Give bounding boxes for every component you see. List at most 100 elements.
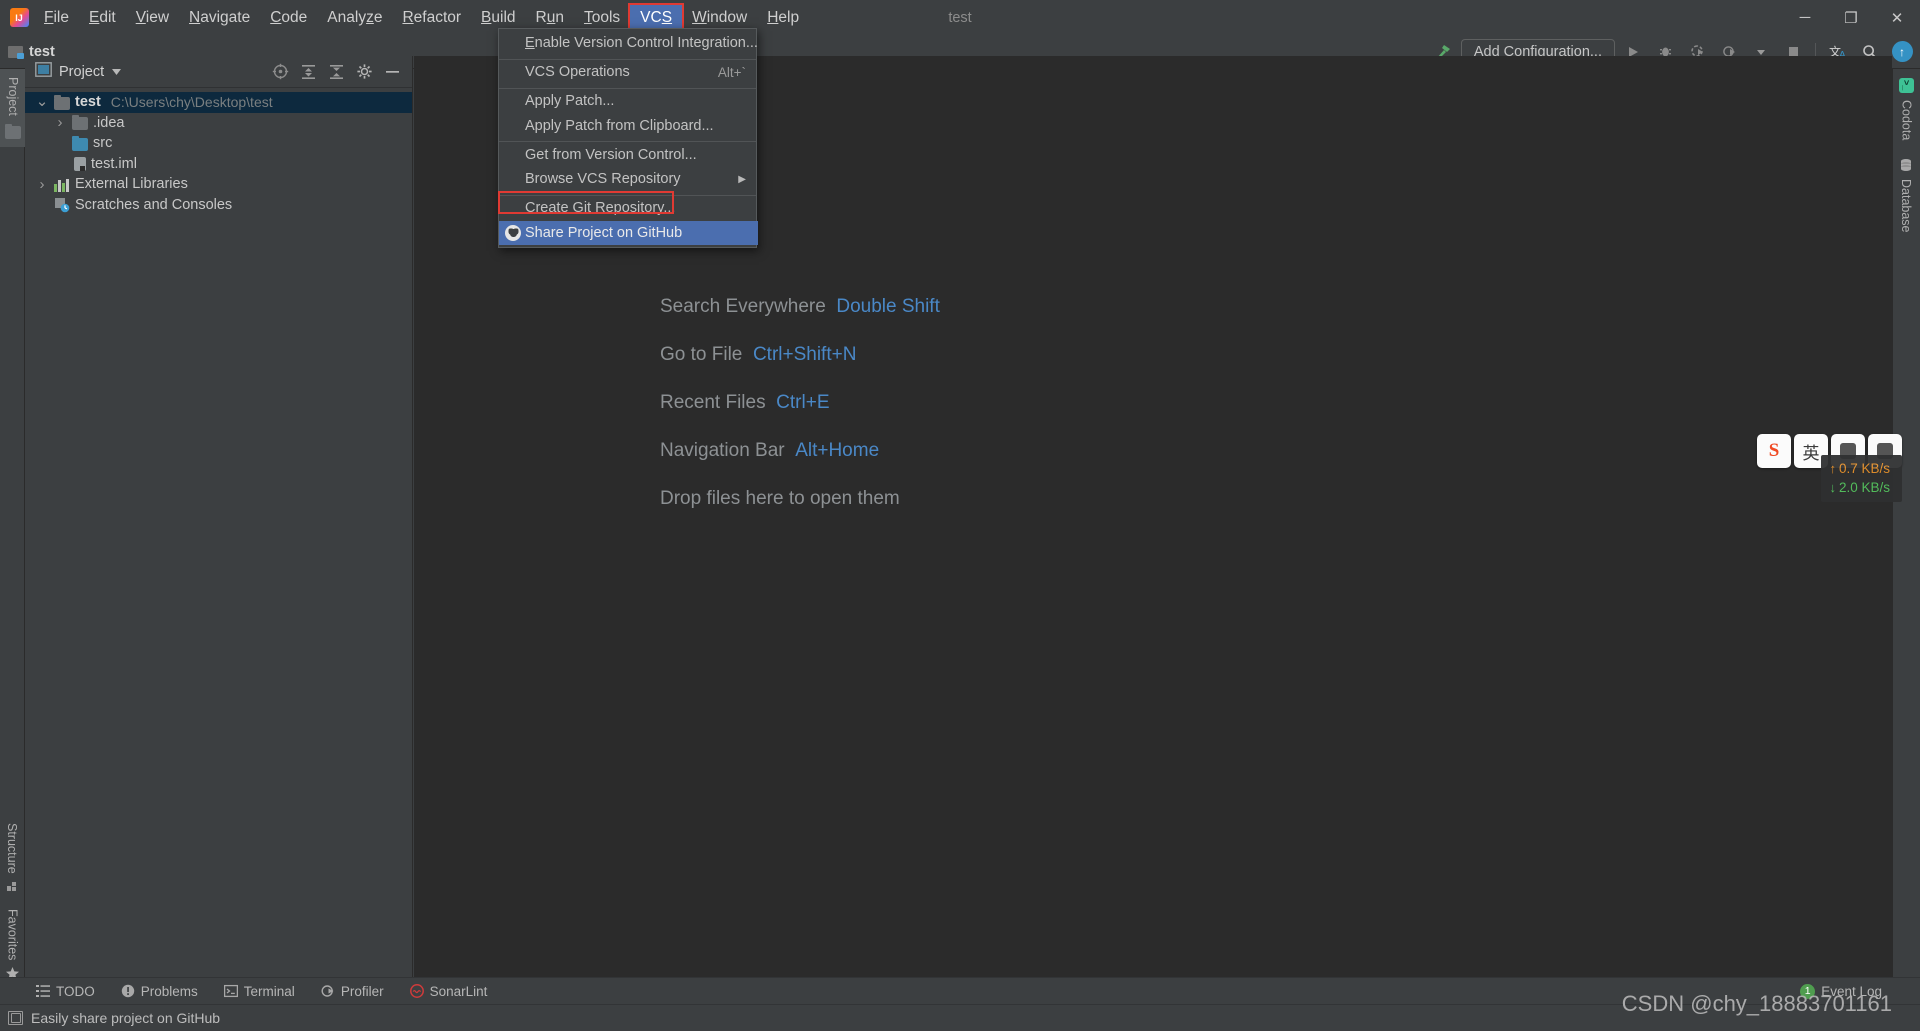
bottom-tab-profiler[interactable]: Profiler	[321, 984, 384, 999]
menu-refactor[interactable]: Refactor	[392, 5, 471, 31]
menu-view[interactable]: View	[126, 5, 179, 31]
hide-icon[interactable]	[381, 61, 403, 83]
welcome-shortcut: Ctrl+Shift+N	[753, 344, 856, 365]
tree-node-label: test.iml	[91, 156, 137, 172]
chevron-right-icon[interactable]: ›	[53, 114, 67, 131]
menu-item-label: Get from Version Control...	[525, 147, 746, 163]
bottom-tab-todo[interactable]: TODO	[36, 984, 95, 999]
tree-indent-spacer	[53, 137, 67, 149]
source-folder-icon	[72, 136, 88, 151]
tree-node-test-iml[interactable]: test.iml	[25, 154, 412, 175]
menu-vcs[interactable]: VCS	[630, 5, 682, 31]
bottom-tab-label: TODO	[56, 984, 95, 999]
menu-item-apply-patch[interactable]: Apply Patch...	[499, 88, 756, 114]
close-button[interactable]: ✕	[1874, 0, 1920, 35]
tree-node--idea[interactable]: ›.idea	[25, 113, 412, 134]
tree-node-label: Scratches and Consoles	[75, 197, 232, 213]
bottom-tab-label: Terminal	[244, 984, 295, 999]
menu-edit[interactable]: Edit	[79, 5, 126, 31]
database-tab-label: Database	[1899, 179, 1913, 233]
welcome-row: Navigation Bar Alt+Home	[660, 440, 940, 462]
welcome-shortcut: Double Shift	[836, 296, 940, 317]
bottom-tab-terminal[interactable]: Terminal	[224, 984, 295, 999]
project-view-icon	[35, 62, 52, 82]
menu-item-apply-patch-from-clipboard[interactable]: Apply Patch from Clipboard...	[499, 114, 756, 139]
codota-tab-label: Codota	[1900, 100, 1914, 140]
menu-item-get-from-version-control[interactable]: Get from Version Control...	[499, 141, 756, 167]
menu-analyze[interactable]: Analyze	[317, 5, 392, 31]
tree-indent-spacer	[35, 199, 49, 211]
bottom-tab-label: SonarLint	[430, 984, 488, 999]
drop-files-hint: Drop files here to open them	[660, 488, 940, 510]
menu-file[interactable]: File	[34, 5, 79, 31]
csdn-watermark: CSDN @chy_18883701161	[1622, 991, 1892, 1017]
welcome-action-label: Navigation Bar	[660, 440, 785, 461]
menu-run[interactable]: Run	[526, 5, 574, 31]
chevron-down-icon[interactable]: ⌄	[35, 98, 49, 106]
sidebar-item-project[interactable]: Project	[0, 69, 26, 147]
favorites-tab-label: Favorites	[6, 909, 20, 960]
menu-item-label: Create Git Repository...	[525, 200, 746, 216]
tree-node-label: test	[75, 94, 101, 110]
menu-item-label: Enable Version Control Integration...	[525, 35, 758, 51]
expand-all-icon[interactable]	[297, 61, 319, 83]
settings-gear-icon[interactable]	[353, 61, 375, 83]
sidebar-item-favorites[interactable]: Favorites	[0, 901, 25, 989]
submenu-arrow-icon: ▶	[738, 174, 746, 185]
sidebar-item-database[interactable]: Database	[1893, 149, 1919, 242]
module-folder-icon	[54, 95, 70, 110]
welcome-shortcut: Alt+Home	[795, 440, 879, 461]
chevron-right-icon[interactable]: ›	[35, 176, 49, 193]
tree-node-path: C:\Users\chy\Desktop\test	[111, 94, 273, 110]
menu-item-create-git-repository[interactable]: Create Git Repository...	[499, 195, 756, 221]
sonarlint-icon	[410, 984, 424, 998]
tree-node-test[interactable]: ⌄ test C:\Users\chy\Desktop\test	[25, 92, 412, 113]
intellij-idea-logo-icon	[4, 0, 34, 35]
welcome-action-label: Go to File	[660, 344, 742, 365]
menu-tools[interactable]: Tools	[574, 5, 630, 31]
update-arrow-icon[interactable]: ↑	[1888, 39, 1916, 65]
sidebar-item-structure[interactable]: Structure	[0, 815, 24, 901]
tree-node-src[interactable]: src	[25, 133, 412, 154]
chevron-down-icon[interactable]	[111, 63, 122, 81]
bottom-tab-label: Profiler	[341, 984, 384, 999]
menu-item-share-project-on-github[interactable]: Share Project on GitHub	[499, 221, 758, 246]
todo-list-icon	[36, 984, 50, 998]
project-tree: ⌄ test C:\Users\chy\Desktop\test ›.idea src…	[25, 88, 412, 215]
profiler-icon	[321, 984, 335, 998]
sidebar-item-codota[interactable]: >_ Codota	[1893, 69, 1920, 149]
folder-icon	[72, 115, 88, 130]
structure-tab-label: Structure	[5, 823, 19, 874]
sogou-logo-icon[interactable]: S	[1757, 434, 1791, 468]
network-speed-popup: ↑0.7 KB/s ↓2.0 KB/s	[1821, 455, 1902, 502]
menu-bar: FileEditViewNavigateCodeAnalyzeRefactorB…	[0, 0, 1920, 35]
right-tool-stripe: >_ Codota Database	[1892, 69, 1920, 989]
minimize-button[interactable]: ─	[1782, 0, 1828, 35]
welcome-shortcuts: Search Everywhere Double ShiftGo to File…	[660, 296, 940, 510]
project-tool-window: Project ⌄	[25, 56, 413, 989]
collapse-all-icon[interactable]	[325, 61, 347, 83]
menu-item-enable-version-control-integration[interactable]: Enable Version Control Integration...	[499, 31, 756, 56]
maximize-button[interactable]: ❐	[1828, 0, 1874, 35]
tree-node-external-libraries[interactable]: ›External Libraries	[25, 174, 412, 195]
menu-window[interactable]: Window	[682, 5, 757, 31]
menu-navigate[interactable]: Navigate	[179, 5, 260, 31]
welcome-row: Recent Files Ctrl+E	[660, 392, 940, 414]
project-panel-title: Project	[59, 64, 104, 80]
tree-node-label: src	[93, 135, 112, 151]
menu-item-browse-vcs-repository[interactable]: Browse VCS Repository▶	[499, 167, 756, 192]
locate-icon[interactable]	[269, 61, 291, 83]
bottom-tab-problems[interactable]: Problems	[121, 984, 198, 999]
menu-item-label: VCS Operations	[525, 64, 704, 80]
menu-build[interactable]: Build	[471, 5, 525, 31]
project-tab-label: Project	[6, 77, 20, 116]
project-folder-icon	[5, 126, 21, 139]
bottom-tab-sonarlint[interactable]: SonarLint	[410, 984, 488, 999]
welcome-action-label: Recent Files	[660, 392, 766, 413]
tree-node-scratches-and-consoles[interactable]: Scratches and Consoles	[25, 195, 412, 216]
menu-item-label: Share Project on GitHub	[525, 225, 748, 241]
menu-help[interactable]: Help	[757, 5, 809, 31]
menu-code[interactable]: Code	[260, 5, 317, 31]
upload-arrow-icon: ↑	[1829, 461, 1836, 476]
menu-item-vcs-operations[interactable]: VCS OperationsAlt+`	[499, 59, 756, 85]
